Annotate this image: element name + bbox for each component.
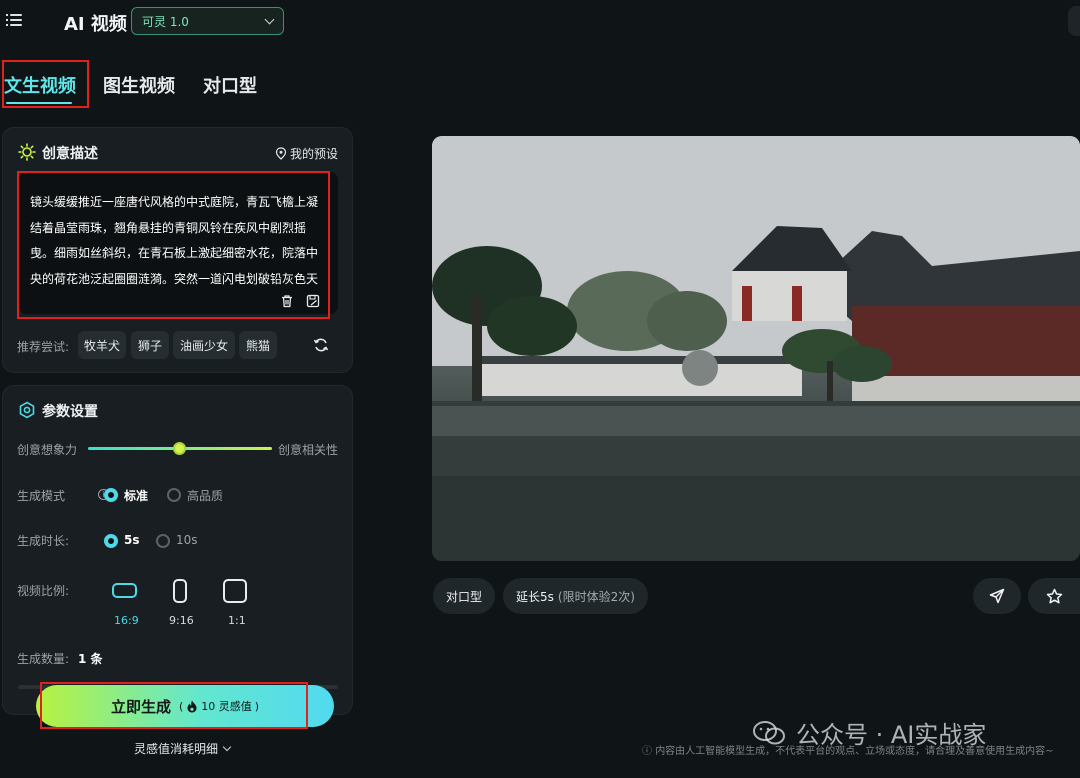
chevron-down-icon (222, 742, 232, 752)
my-preset-label: 我的预设 (290, 147, 339, 161)
suggest-label: 推荐尝试: (17, 340, 70, 354)
tab-image-to-video[interactable]: 图生视频 (103, 72, 175, 98)
disclaimer-text: 内容由人工智能模型生成，不代表平台的观点、立场或态度，请合理及善意使用生成内容~ (655, 746, 1054, 757)
settings-hexagon-icon (19, 401, 35, 419)
video-preview[interactable] (432, 136, 1080, 561)
highlight-box-tab (2, 60, 89, 108)
lip-sync-label: 对口型 (446, 589, 483, 604)
suggestion-chip[interactable]: 狮子 (131, 331, 169, 359)
cost-details-label: 灵感值消耗明细 (134, 742, 219, 756)
suggestion-chip[interactable]: 熊猫 (239, 331, 277, 359)
extend-note: (限时体验2次) (557, 589, 635, 604)
send-icon (989, 588, 1005, 604)
menu-icon[interactable] (6, 12, 22, 28)
highlight-box-generate (40, 682, 308, 729)
ratio-9-16-label: 9:16 (169, 614, 194, 627)
my-preset-link[interactable]: 我的预设 (275, 145, 338, 162)
radio-10s[interactable] (156, 534, 170, 548)
count-value[interactable]: 1 条 (78, 650, 103, 667)
creativity-slider-knob[interactable] (173, 442, 186, 455)
radio-5s-label: 5s (124, 533, 140, 547)
highlight-box-prompt (17, 171, 330, 319)
lightbulb-sun-icon (18, 143, 36, 161)
ratio-1-1-label: 1:1 (228, 614, 246, 627)
tab-lip-sync[interactable]: 对口型 (203, 72, 257, 98)
slider-left-label: 创意想象力 (17, 443, 78, 457)
radio-10s-label: 10s (176, 533, 198, 547)
app-title: AI 视频 (64, 14, 127, 35)
prompt-panel-title: 创意描述 (42, 146, 98, 162)
radio-high-quality[interactable] (167, 488, 181, 502)
location-pin-icon (275, 147, 287, 160)
courtyard-video-frame (432, 136, 1080, 561)
share-button[interactable] (973, 578, 1021, 614)
ratio-16-9-icon[interactable] (112, 583, 137, 598)
ratio-1-1-icon[interactable] (223, 579, 247, 603)
radio-5s[interactable] (104, 534, 118, 548)
ratio-9-16-icon[interactable] (173, 579, 187, 603)
ratio-16-9-label: 16:9 (114, 614, 139, 627)
refresh-icon[interactable] (313, 337, 329, 353)
mode-label: 生成模式 (17, 489, 66, 503)
params-panel-title: 参数设置 (42, 404, 98, 420)
extend-button[interactable]: 延长5s (限时体验2次) (503, 578, 648, 614)
slider-right-label: 创意相关性 (278, 443, 339, 457)
extend-label: 延长5s (516, 589, 554, 604)
radio-standard[interactable] (104, 488, 118, 502)
star-icon (1046, 588, 1062, 603)
ratio-label: 视频比例: (17, 584, 70, 598)
radio-high-quality-label: 高品质 (187, 489, 224, 503)
cost-details-link[interactable]: 灵感值消耗明细 (134, 740, 232, 757)
chevron-down-icon (264, 14, 275, 24)
duration-label: 生成时长: (17, 534, 70, 548)
favorite-button[interactable] (1028, 578, 1080, 614)
model-select-value: 可灵 1.0 (142, 14, 189, 29)
count-label: 生成数量: (17, 652, 70, 666)
radio-standard-label: 标准 (124, 489, 149, 503)
top-right-button[interactable] (1068, 6, 1080, 36)
disclaimer: ⓘ 内容由人工智能模型生成，不代表平台的观点、立场或态度，请合理及善意使用生成内… (642, 746, 1054, 757)
model-select[interactable]: 可灵 1.0 (131, 7, 284, 35)
lip-sync-button[interactable]: 对口型 (433, 578, 496, 614)
suggestion-chip[interactable]: 油画少女 (173, 331, 235, 359)
suggestion-chip[interactable]: 牧羊犬 (78, 331, 126, 359)
